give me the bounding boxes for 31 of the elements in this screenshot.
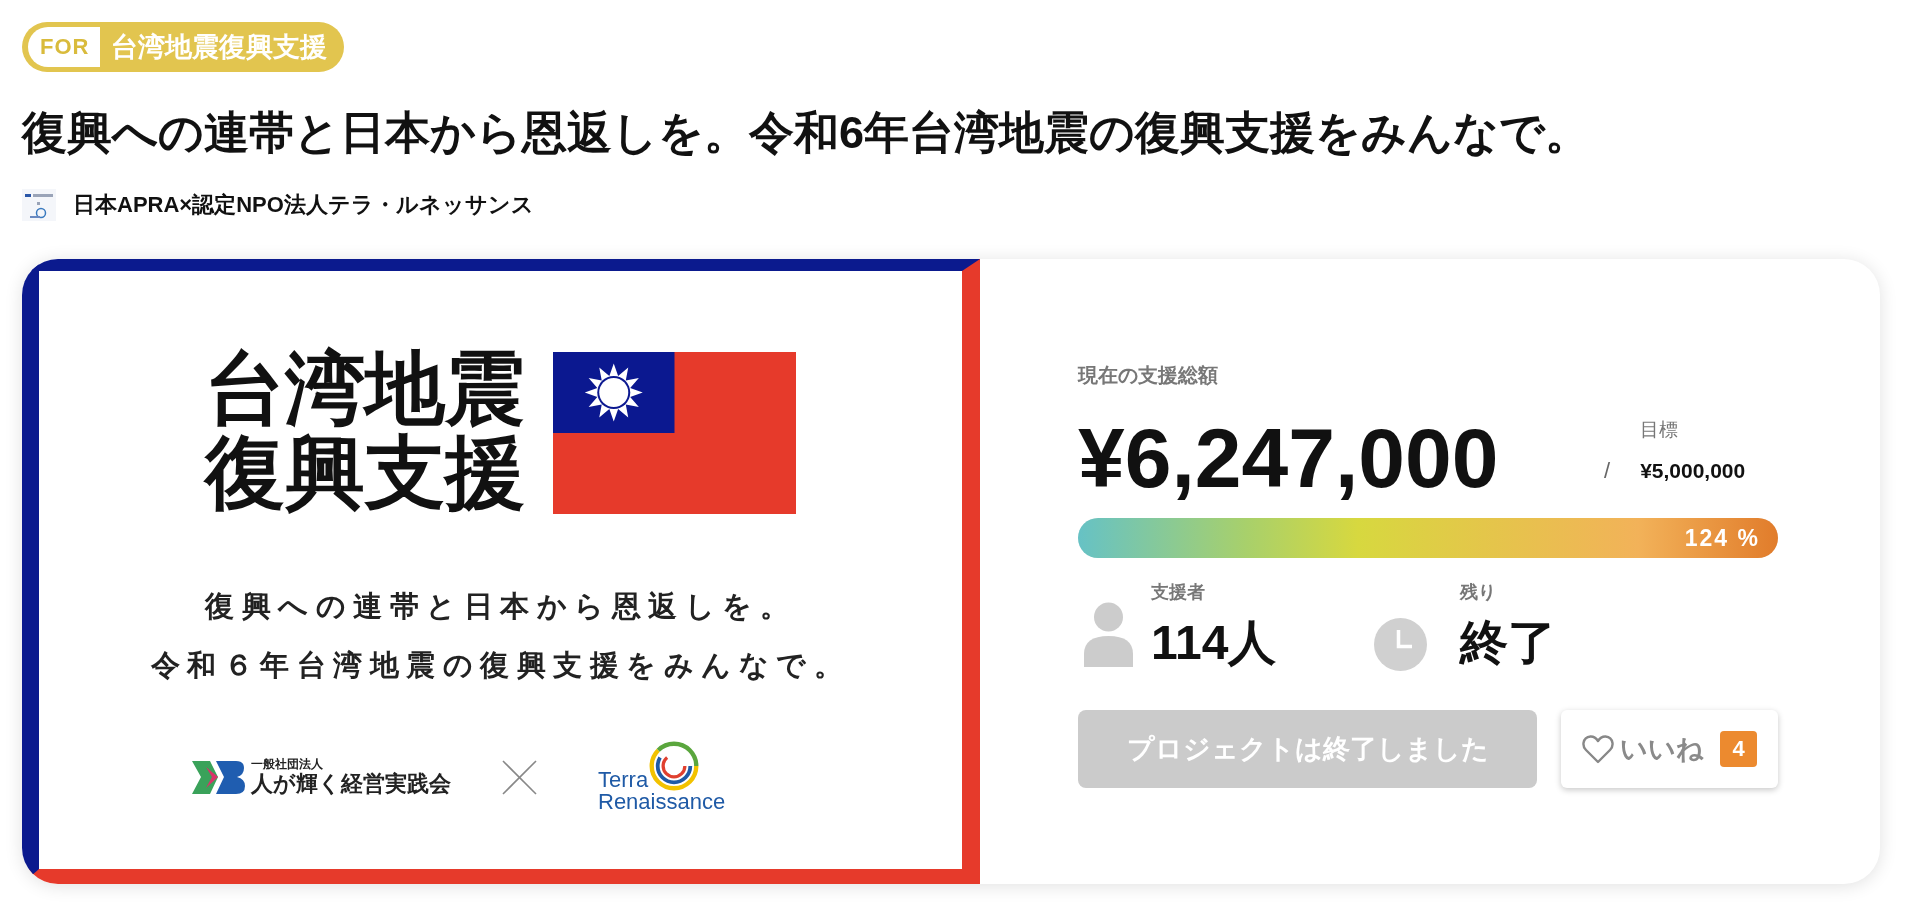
flag-icon bbox=[553, 352, 796, 514]
cross-mark-icon bbox=[502, 759, 537, 795]
banner-tagline: 復興への連帯と日本から恩返しを。 令和６年台湾地震の復興支援をみんなで。 bbox=[150, 589, 851, 683]
clock-icon bbox=[1374, 618, 1427, 671]
stat-label: 残り bbox=[1460, 581, 1497, 604]
organizer-link[interactable]: 日本APRA×認定NPO法人テラ・ルネッサンス bbox=[73, 189, 534, 221]
goal-amount: ¥5,000,000 bbox=[1640, 458, 1746, 484]
organizer-logo-icon bbox=[22, 189, 56, 221]
logo-text: Renaissance bbox=[598, 791, 726, 813]
goal-label: 目標 bbox=[1640, 418, 1679, 442]
partner-name: 人が輝く経営実践会 bbox=[251, 771, 451, 797]
ring-logo-icon bbox=[649, 741, 700, 791]
partner-caption: 一般社団法人 bbox=[251, 757, 324, 771]
stat-value: 終了 bbox=[1460, 615, 1556, 671]
prefix-tag: FOR bbox=[28, 27, 101, 67]
banner-heading: 台湾地震 復興支援 bbox=[205, 347, 525, 515]
separator-text: / bbox=[1604, 457, 1611, 485]
total-label: 現在の支援総額 bbox=[1078, 363, 1219, 388]
heart-icon bbox=[1582, 734, 1615, 764]
like-count: 4 bbox=[1720, 731, 1757, 767]
logo-text: Terra bbox=[598, 769, 649, 791]
category-name: 台湾地震復興支援 bbox=[111, 31, 328, 64]
category-badge[interactable]: FOR 台湾地震復興支援 bbox=[22, 22, 345, 72]
org-logo-icon bbox=[192, 758, 245, 796]
like-button[interactable]: いいね 4 bbox=[1561, 710, 1778, 788]
total-amount: ¥6,247,000 bbox=[1078, 410, 1500, 506]
project-title: 復興への連帯と日本から恩返しを。令和6年台湾地震の復興支援をみんなで。 bbox=[22, 107, 1592, 159]
person-icon bbox=[1084, 602, 1133, 667]
stat-label: 支援者 bbox=[1151, 581, 1206, 604]
stat-value: 114人 bbox=[1151, 615, 1277, 671]
progress-percent: 124 % bbox=[1684, 524, 1761, 552]
